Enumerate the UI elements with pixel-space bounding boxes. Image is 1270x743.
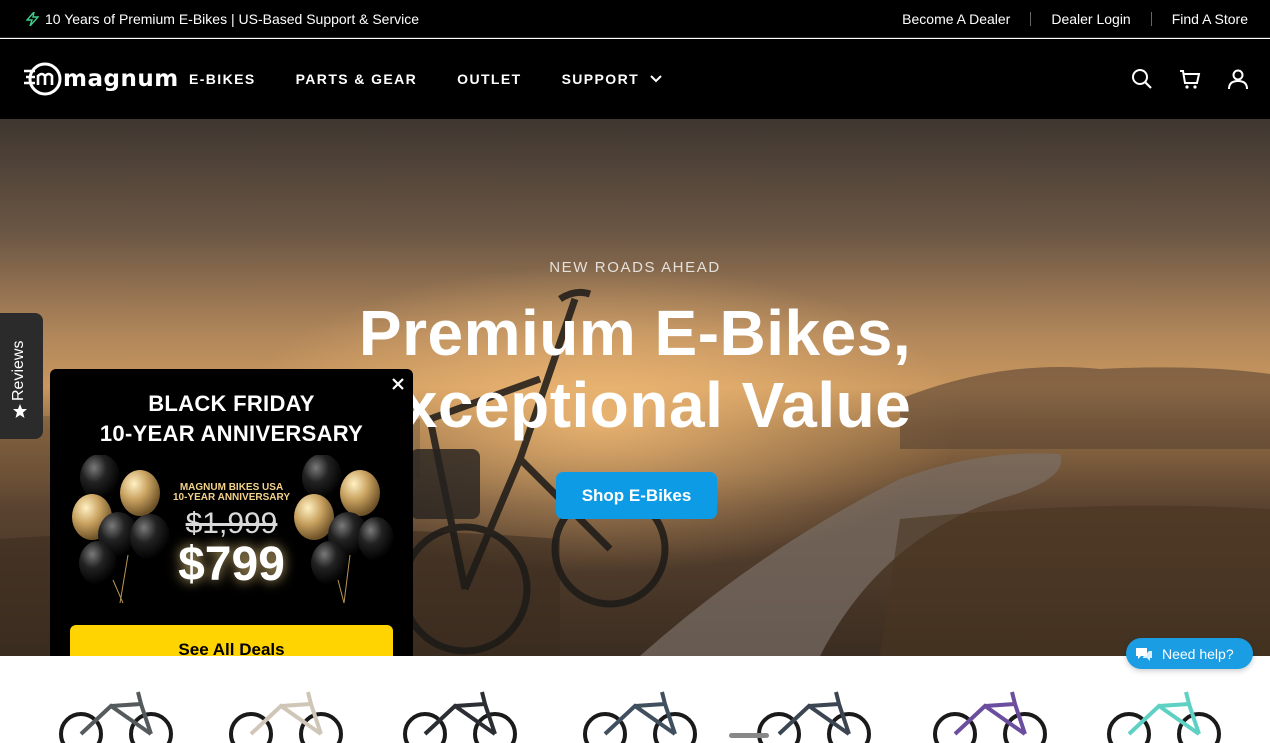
bike-thumbnail[interactable] [400,686,530,743]
logo-wordmark: magnum [63,66,179,92]
bike-thumbnail[interactable] [930,686,1060,743]
utility-links: Become A Dealer Dealer Login Find A Stor… [902,11,1248,27]
bike-thumbnail[interactable] [1104,686,1234,743]
become-dealer-link[interactable]: Become A Dealer [902,11,1010,27]
bike-carousel [0,656,1270,743]
bike-thumbnail[interactable] [226,686,356,743]
nav-outlet[interactable]: OUTLET [457,71,521,87]
star-icon [13,404,27,418]
divider [1030,12,1032,26]
bike-frame [777,691,851,736]
bike-thumbnail[interactable] [754,686,884,743]
logo-mark-icon [24,62,62,96]
hero-eyebrow: NEW ROADS AHEAD [549,259,721,276]
nav-ebikes[interactable]: E-BIKES [189,71,256,87]
bike-frame [1127,691,1201,736]
black-friday-popup: BLACK FRIDAY 10-YEAR ANNIVERSARY MAGNUM … [50,369,413,703]
site-header: magnum E-BIKES PARTS & GEAR OUTLET SUPPO… [0,39,1270,119]
old-price: $1,999 [50,507,413,541]
carousel-scrollbar[interactable] [729,733,769,738]
need-help-button[interactable]: Need help? [1126,638,1253,669]
main-nav: E-BIKES PARTS & GEAR OUTLET SUPPORT [189,71,703,87]
bike-frame [79,691,153,736]
promo-brand-sub: 10-YEAR ANNIVERSARY [172,492,291,503]
popup-subtitle: 10-YEAR ANNIVERSARY [99,421,364,446]
divider [1150,12,1152,26]
nav-label: OUTLET [457,71,522,87]
account-icon[interactable] [1226,67,1250,91]
hero-title-line1: Premium E-Bikes, [358,297,912,369]
header-icons [1130,67,1250,91]
bike-frame [423,691,497,736]
dealer-login-link[interactable]: Dealer Login [1051,11,1130,27]
nav-support[interactable]: SUPPORT [562,71,663,87]
reviews-label: Reviews [10,340,27,401]
nav-label: PARTS & GEAR [295,71,418,87]
cart-icon[interactable] [1178,67,1202,91]
bike-frame [603,691,677,736]
bike-thumbnail[interactable] [56,686,186,743]
announcement-bar: 10 Years of Premium E-Bikes | US-Based S… [0,0,1270,38]
bike-frame [953,691,1027,736]
sale-price: $799 [178,538,285,591]
find-store-link[interactable]: Find A Store [1172,11,1248,27]
nav-label: E-BIKES [189,71,256,87]
search-icon[interactable] [1130,67,1154,91]
popup-title: BLACK FRIDAY [148,391,315,416]
chevron-down-icon [650,75,662,83]
shop-ebikes-button[interactable]: Shop E-Bikes [556,472,717,519]
logo[interactable]: magnum [23,61,179,97]
bike-thumbnail[interactable] [580,686,710,743]
reviews-tab[interactable]: Reviews [0,313,43,439]
announcement: 10 Years of Premium E-Bikes | US-Based S… [26,11,419,27]
announcement-text: 10 Years of Premium E-Bikes | US-Based S… [45,11,420,27]
old-price-value: $1,999 [185,507,278,540]
bike-frame [249,691,323,736]
nav-label: SUPPORT [561,71,640,87]
nav-parts-gear[interactable]: PARTS & GEAR [296,71,418,87]
chat-icon [1136,647,1152,661]
close-icon[interactable] [391,377,405,391]
bolt-icon [26,12,39,26]
need-help-label: Need help? [1162,645,1234,662]
